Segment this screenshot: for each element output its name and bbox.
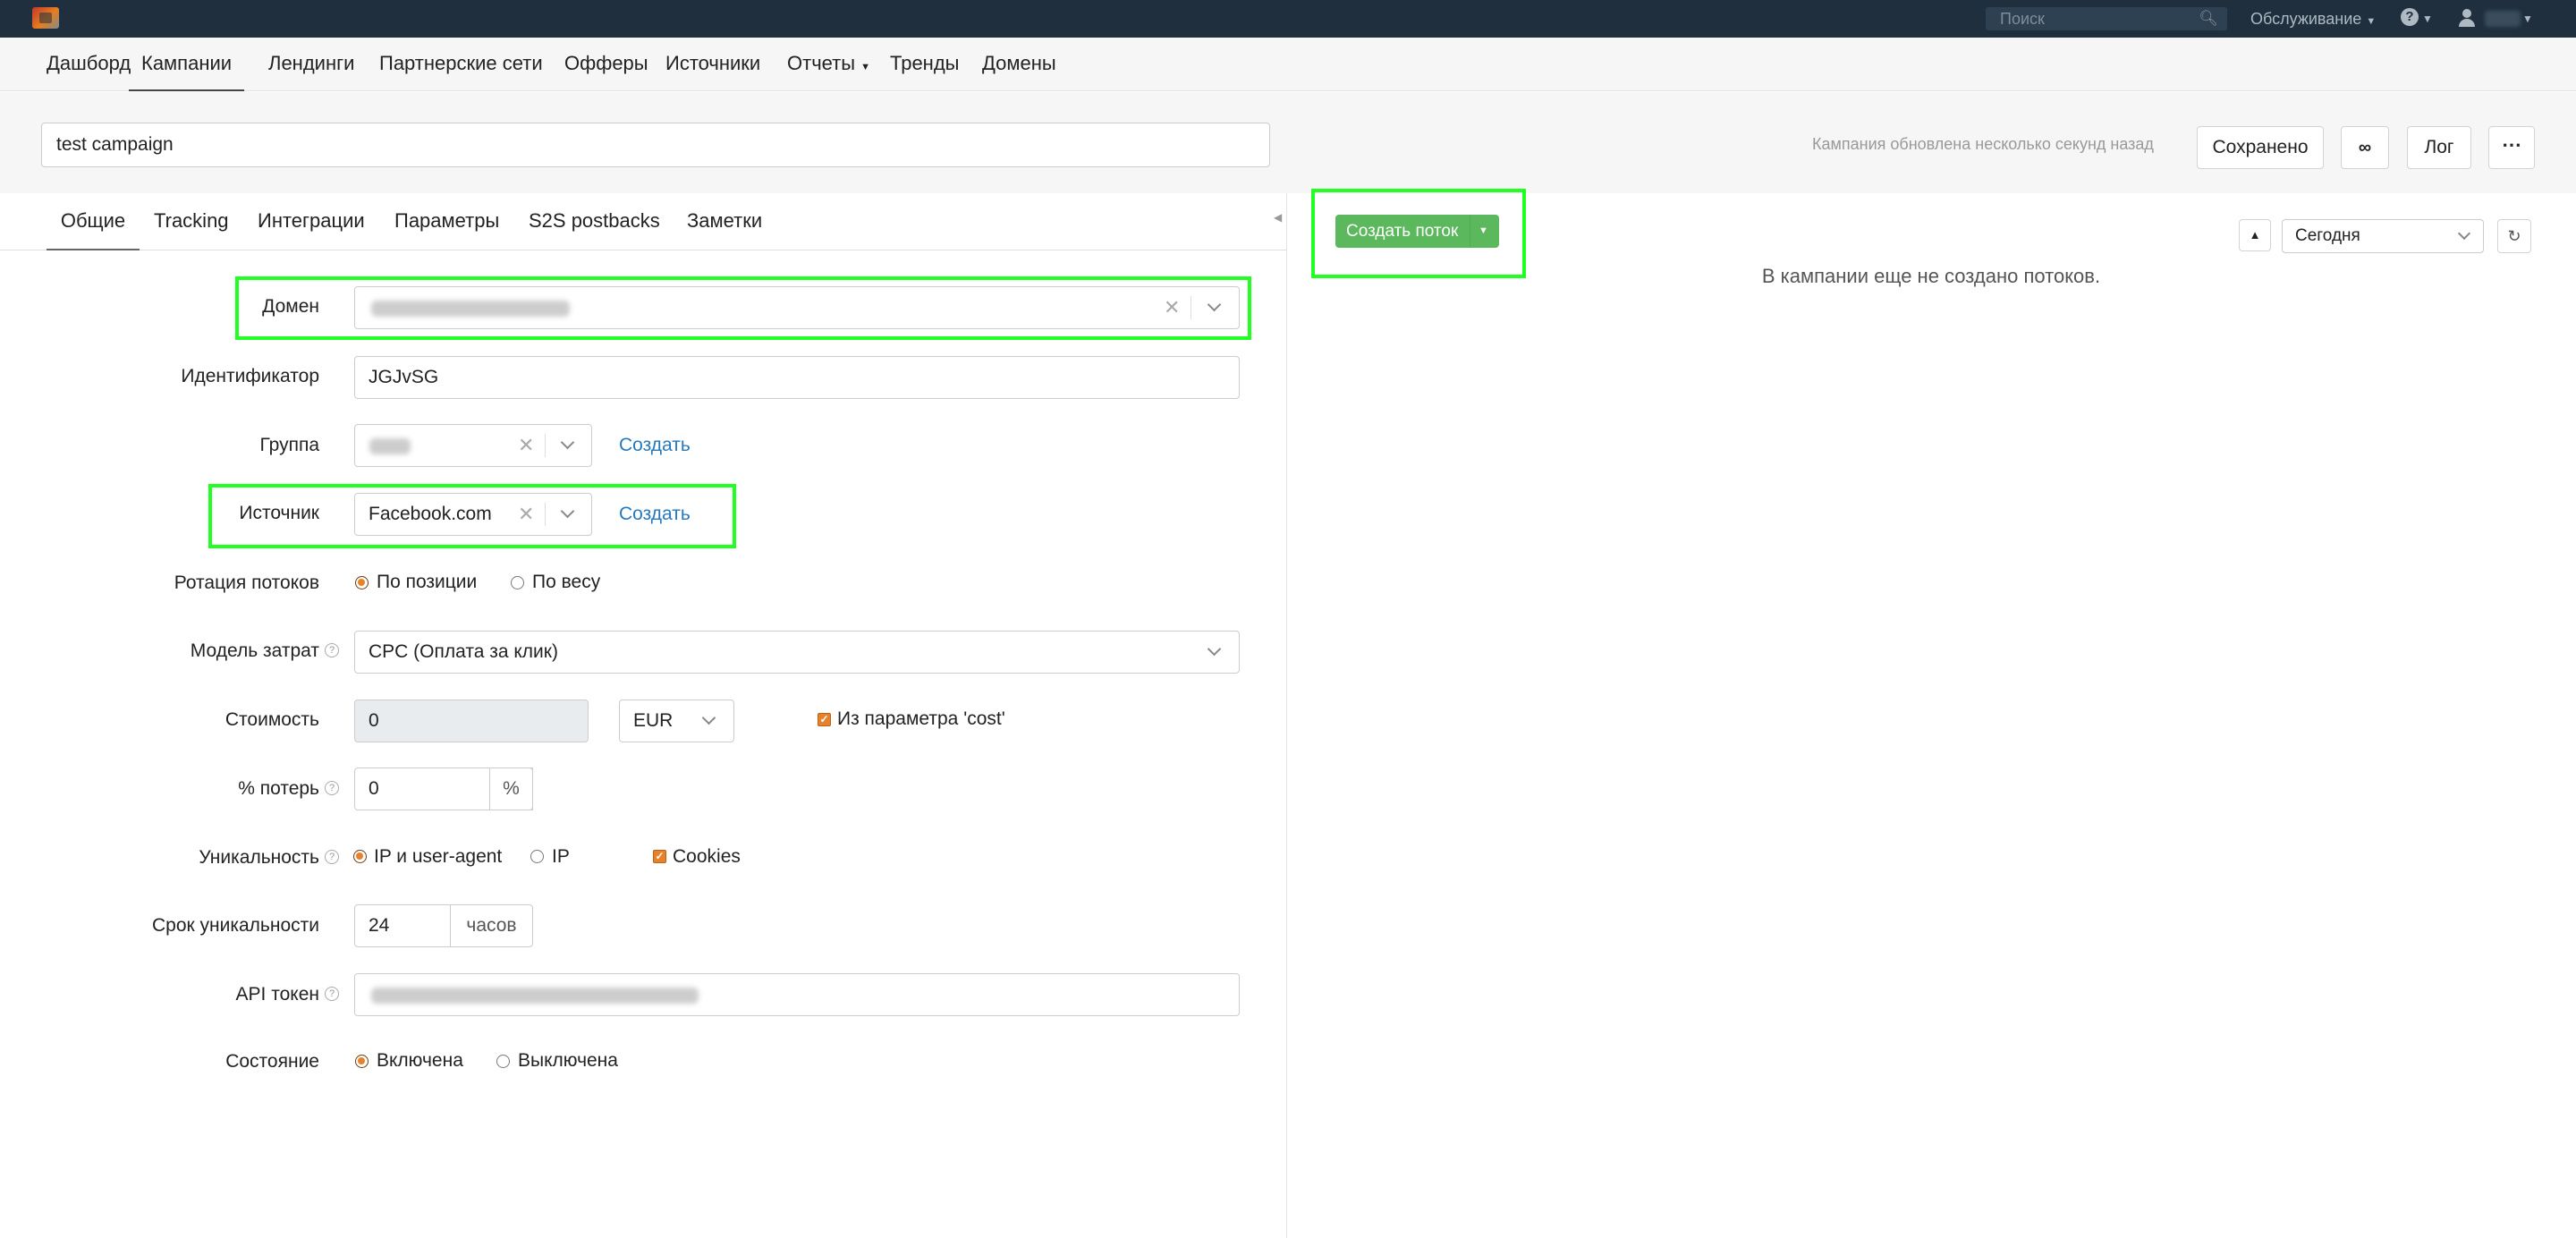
user-name[interactable]: [2485, 11, 2521, 27]
tab-s2s-postbacks[interactable]: S2S postbacks: [529, 193, 660, 250]
cookies-checkbox[interactable]: ✓: [653, 850, 666, 863]
chevron-down-icon[interactable]: ▼: [2522, 0, 2533, 38]
uniq-ip-radio[interactable]: [530, 850, 544, 863]
uniq-period-unit: часов: [450, 904, 533, 947]
tab-integrations[interactable]: Интеграции: [258, 193, 365, 250]
tab-tracking[interactable]: Tracking: [154, 193, 229, 250]
chevron-down-icon: ▼: [860, 62, 871, 72]
state-disabled-radio[interactable]: [496, 1055, 510, 1068]
select-divider: [545, 434, 546, 457]
nav-item-trends[interactable]: Тренды: [890, 38, 959, 91]
rotation-label: Ротация потоков: [174, 572, 319, 593]
period-value: Сегодня: [2295, 226, 2360, 245]
cost-label: Стоимость: [225, 709, 319, 730]
main-nav: Дашборд Кампании Лендинги Партнерские се…: [0, 38, 2576, 91]
more-options-icon[interactable]: ⋯: [2488, 126, 2535, 169]
cost-param-label[interactable]: Из параметра 'cost': [837, 708, 1005, 730]
global-search-input[interactable]: Поиск 🔍︎: [1986, 7, 2227, 30]
nav-item-domains[interactable]: Домены: [982, 38, 1056, 91]
cookies-label[interactable]: Cookies: [673, 846, 741, 868]
uniqueness-label: Уникальность: [199, 847, 319, 868]
help-icon[interactable]: ?: [325, 781, 339, 795]
help-icon[interactable]: ?: [325, 987, 339, 1001]
tab-notes[interactable]: Заметки: [687, 193, 762, 250]
help-icon[interactable]: ?: [325, 850, 339, 864]
help-icon[interactable]: ?: [2401, 8, 2419, 26]
nav-item-affiliate-networks[interactable]: Партнерские сети: [379, 38, 543, 91]
nav-item-campaigns[interactable]: Кампании: [129, 38, 245, 91]
period-select[interactable]: Сегодня: [2282, 219, 2484, 253]
group-label: Группа: [259, 435, 319, 455]
collapse-up-icon[interactable]: ▲: [2239, 219, 2271, 251]
rotation-position-label[interactable]: По позиции: [377, 572, 477, 593]
nav-reports-label: Отчеты: [787, 52, 856, 74]
refresh-icon[interactable]: ↻: [2497, 219, 2531, 253]
search-placeholder: Поиск: [2000, 10, 2045, 28]
rotation-weight-radio[interactable]: [511, 576, 524, 589]
update-status-text: Кампания обновлена несколько секунд наза…: [1812, 135, 2154, 153]
api-token-input[interactable]: [354, 973, 1240, 1016]
uniq-period-label: Срок уникальности: [151, 915, 319, 936]
nav-item-landings[interactable]: Лендинги: [268, 38, 354, 91]
chevron-down-icon[interactable]: [1207, 641, 1222, 657]
api-token-value-redacted: [371, 988, 699, 1004]
campaign-name-input[interactable]: test campaign: [41, 123, 1270, 167]
group-value-redacted: [369, 438, 411, 454]
cost-model-select[interactable]: CPC (Оплата за клик): [354, 631, 1240, 674]
identifier-label: Идентификатор: [181, 366, 319, 386]
tab-parameters[interactable]: Параметры: [394, 193, 499, 250]
highlight-domain: [235, 276, 1251, 340]
nav-item-sources[interactable]: Источники: [665, 38, 760, 91]
api-token-label: API токен: [235, 984, 319, 1005]
rotation-weight-label[interactable]: По весу: [532, 572, 600, 593]
user-icon[interactable]: [2458, 7, 2476, 29]
uniq-period-input[interactable]: 24: [354, 904, 451, 947]
create-group-link[interactable]: Создать: [619, 435, 691, 456]
chevron-down-icon[interactable]: [2457, 226, 2471, 241]
nav-item-offers[interactable]: Офферы: [564, 38, 648, 91]
top-bar: Поиск 🔍︎ Обслуживание ▼ ? ▼ ▼: [0, 0, 2576, 38]
collapse-panel-icon[interactable]: ◀: [1274, 211, 1282, 224]
clear-icon[interactable]: ✕: [518, 425, 534, 466]
campaign-header: test campaign Кампания обновлена несколь…: [0, 92, 2576, 193]
app-logo[interactable]: [32, 7, 59, 29]
chevron-down-icon[interactable]: [701, 710, 716, 725]
cost-model-value: CPC (Оплата за клик): [369, 641, 558, 662]
state-enabled-radio[interactable]: [355, 1055, 369, 1068]
highlight-source: [208, 484, 736, 548]
state-label: Состояние: [225, 1051, 319, 1072]
identifier-input[interactable]: JGJvSG: [354, 356, 1240, 399]
panel-divider: [1286, 193, 1287, 1238]
service-menu-label: Обслуживание: [2250, 10, 2362, 28]
empty-streams-message: В кампании еще не создано потоков.: [1761, 265, 2101, 287]
nav-item-dashboard[interactable]: Дашборд: [47, 38, 131, 91]
service-menu[interactable]: Обслуживание ▼: [2250, 0, 2376, 38]
uniq-ip-ua-radio[interactable]: [353, 850, 367, 863]
cost-param-checkbox[interactable]: ✓: [818, 713, 831, 726]
chevron-down-icon[interactable]: ▼: [2422, 0, 2433, 38]
tab-general[interactable]: Общие: [47, 193, 140, 250]
chevron-down-icon: ▼: [2366, 16, 2377, 27]
cost-input[interactable]: 0: [354, 700, 589, 742]
currency-select[interactable]: EUR: [619, 700, 734, 742]
chevron-down-icon[interactable]: [560, 435, 575, 450]
saved-button[interactable]: Сохранено: [2197, 126, 2324, 169]
log-button[interactable]: Лог: [2407, 126, 2471, 169]
state-disabled-label[interactable]: Выключена: [518, 1050, 618, 1072]
state-enabled-label[interactable]: Включена: [377, 1050, 463, 1072]
uniq-ip-label[interactable]: IP: [552, 846, 570, 868]
rotation-position-radio[interactable]: [355, 576, 369, 589]
loss-label: % потерь: [238, 778, 319, 799]
campaign-tabs: Общие Tracking Интеграции Параметры S2S …: [0, 193, 1286, 250]
group-select[interactable]: ✕: [354, 424, 592, 467]
link-icon[interactable]: ∞: [2341, 126, 2389, 169]
nav-item-reports[interactable]: Отчеты ▼: [787, 38, 870, 91]
help-icon[interactable]: ?: [325, 643, 339, 657]
search-icon: 🔍︎: [2199, 10, 2218, 27]
uniq-ip-ua-label[interactable]: IP и user-agent: [374, 846, 502, 868]
currency-value: EUR: [633, 710, 674, 731]
cost-model-label: Модель затрат: [190, 640, 319, 661]
loss-unit: %: [489, 767, 533, 810]
